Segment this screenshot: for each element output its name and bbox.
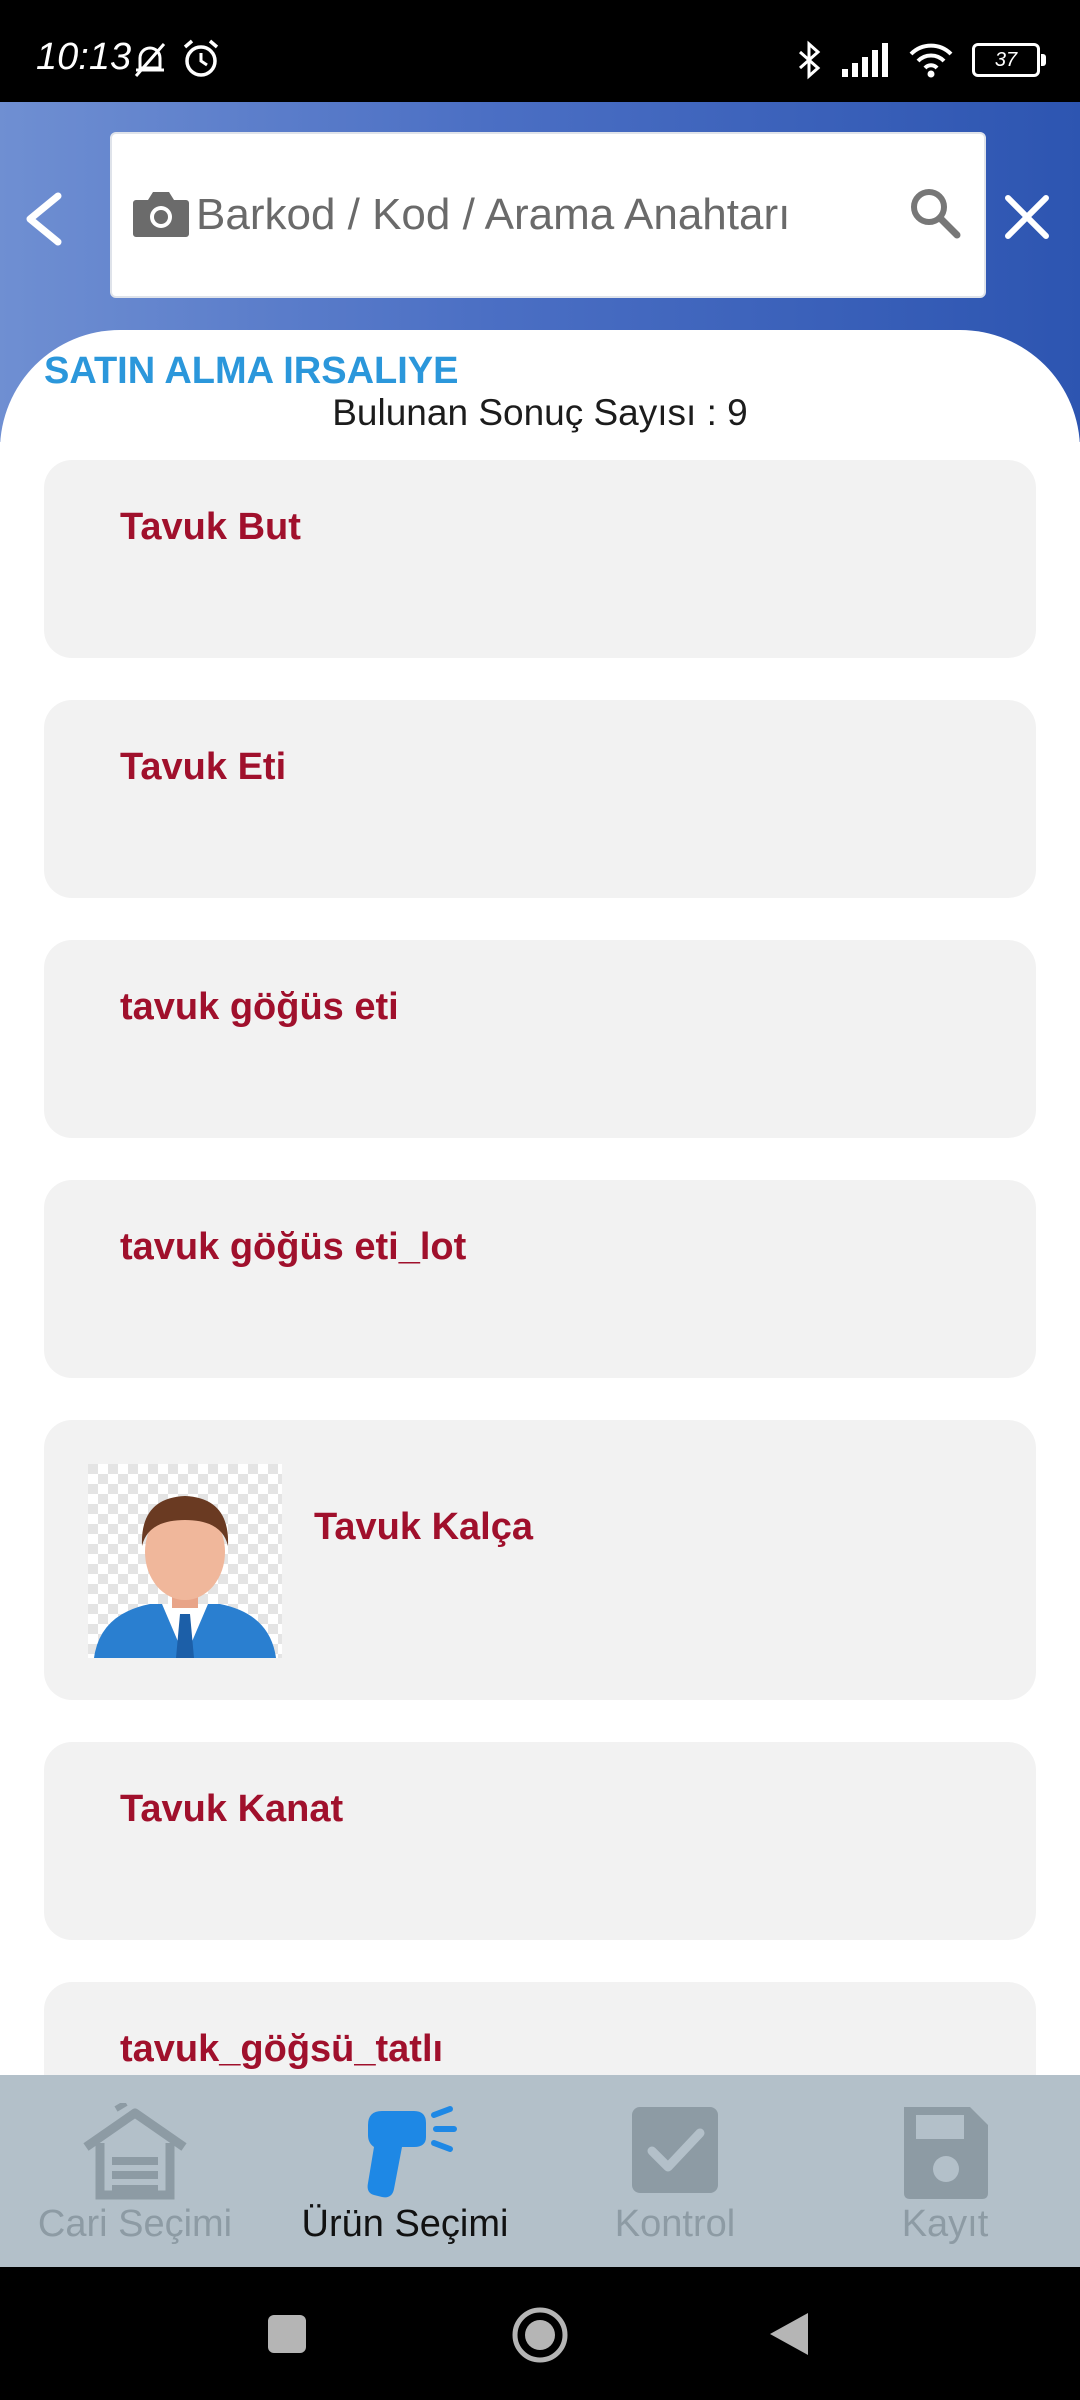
status-icons-left: [130, 38, 222, 85]
product-image: [88, 1464, 282, 1658]
alarm-icon: [184, 39, 219, 77]
barcode-scanner-icon: [367, 2106, 457, 2198]
back-icon[interactable]: [766, 2309, 812, 2359]
nav-label: Cari Seçimi: [37, 2203, 233, 2245]
product-label: tavuk_göğsü_tatlı: [120, 2028, 444, 2070]
nav-label: Ürün Seçimi: [301, 2203, 509, 2245]
product-label: tavuk göğüs eti_lot: [120, 1226, 467, 1268]
search-box[interactable]: [110, 132, 986, 298]
product-card[interactable]: Tavuk Kanat: [44, 1742, 1036, 1940]
search-icon[interactable]: [906, 184, 962, 240]
nav-label: Kayıt: [901, 2203, 989, 2245]
nav-item-urun-secimi[interactable]: Ürün Seçimi: [270, 2075, 540, 2267]
signal-icon: [842, 43, 888, 77]
product-card[interactable]: tavuk göğüs eti: [44, 940, 1036, 1138]
bottom-nav: Cari Seçimi Ürün Seçimi Kontrol Kayıt: [0, 2075, 1080, 2267]
result-count: Bulunan Sonuç Sayısı : 9: [332, 392, 748, 433]
home-icon[interactable]: [510, 2305, 570, 2365]
product-label: Tavuk Eti: [120, 746, 287, 788]
system-nav-bar: [0, 2267, 1080, 2400]
content-sheet: SATIN ALMA IRSALIYE Bulunan Sonuç Sayısı…: [0, 330, 1080, 2075]
product-card[interactable]: tavuk_göğsü_tatlı: [44, 1982, 1036, 2075]
camera-icon[interactable]: [132, 188, 190, 238]
check-box-icon: [632, 2107, 718, 2193]
status-icons-right: 37: [794, 40, 1046, 80]
product-label: Tavuk Kalça: [314, 1506, 533, 1548]
bell-off-icon: [134, 43, 166, 77]
status-bar: 10:13 37: [0, 0, 1080, 102]
product-card[interactable]: tavuk göğüs eti_lot: [44, 1180, 1036, 1378]
recents-icon[interactable]: [266, 2313, 308, 2355]
nav-item-cari-secimi[interactable]: Cari Seçimi: [0, 2075, 270, 2267]
search-input[interactable]: [194, 174, 888, 256]
bluetooth-icon: [799, 40, 821, 80]
nav-item-kontrol[interactable]: Kontrol: [540, 2075, 810, 2267]
product-card[interactable]: Tavuk But: [44, 460, 1036, 658]
product-card[interactable]: Tavuk Eti: [44, 700, 1036, 898]
nav-item-kayit[interactable]: Kayıt: [810, 2075, 1080, 2267]
nav-label: Kontrol: [614, 2203, 736, 2245]
product-label: Tavuk But: [120, 506, 301, 548]
battery-indicator: 37: [972, 43, 1046, 77]
product-card[interactable]: Tavuk Kalça: [44, 1420, 1036, 1700]
status-time: 10:13: [36, 36, 132, 78]
product-label: Tavuk Kanat: [120, 1788, 344, 1830]
wifi-icon: [909, 43, 953, 78]
back-arrow-icon[interactable]: [14, 184, 74, 254]
close-icon[interactable]: [996, 186, 1058, 248]
warehouse-icon: [83, 2103, 187, 2200]
product-label: tavuk göğüs eti: [120, 986, 399, 1028]
page-title: SATIN ALMA IRSALIYE: [44, 350, 459, 392]
save-icon: [904, 2107, 988, 2199]
